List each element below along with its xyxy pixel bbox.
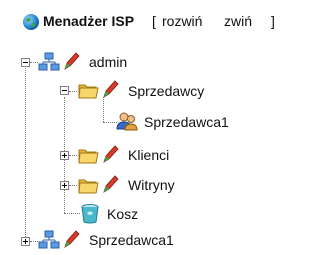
- app-title: Menadżer ISP: [43, 13, 135, 29]
- tree-branch: [103, 122, 117, 123]
- expand-toggle-sprzedawca1[interactable]: [21, 237, 30, 246]
- pencil-icon[interactable]: [63, 51, 81, 74]
- tree-node-klienci[interactable]: Klienci: [128, 146, 169, 164]
- close-bracket: ]: [271, 13, 275, 29]
- expand-toggle-witryny[interactable]: [60, 181, 69, 190]
- tree-node-kosz[interactable]: Kosz: [107, 205, 138, 223]
- collapse-all-link[interactable]: zwiń: [224, 12, 252, 30]
- tree-branch: [69, 155, 77, 156]
- globe-icon: [22, 13, 40, 34]
- tree-branch: [69, 91, 77, 92]
- pencil-icon[interactable]: [102, 174, 120, 197]
- users-icon: [116, 111, 138, 134]
- folder-icon: [77, 174, 99, 199]
- tree-node-sprzedawca1-root[interactable]: Sprzedawca1: [89, 231, 174, 249]
- network-icon: [38, 52, 60, 75]
- tree-line-root: [25, 66, 26, 241]
- pencil-icon[interactable]: [63, 229, 81, 252]
- open-bracket: [: [152, 13, 156, 29]
- tree-branch: [30, 241, 38, 242]
- tree-node-admin[interactable]: admin: [89, 53, 127, 71]
- collapse-toggle-admin[interactable]: [21, 58, 30, 67]
- expand-toggle-klienci[interactable]: [60, 151, 69, 160]
- collapse-toggle-sprzedawcy[interactable]: [60, 86, 69, 95]
- tree-node-witryny[interactable]: Witryny: [128, 176, 175, 194]
- folder-icon: [77, 79, 99, 104]
- pencil-icon[interactable]: [102, 144, 120, 167]
- expand-all-link[interactable]: rozwiń: [162, 12, 202, 30]
- tree-node-sprzedawcy[interactable]: Sprzedawcy: [128, 82, 204, 100]
- tree-node-sprzedawca1-child[interactable]: Sprzedawca1: [144, 113, 229, 131]
- tree-branch: [69, 185, 77, 186]
- tree-branch: [30, 62, 38, 63]
- folder-icon: [77, 144, 99, 169]
- trash-icon: [80, 202, 100, 227]
- tree-branch: [64, 213, 80, 214]
- network-icon: [38, 230, 60, 253]
- pencil-icon[interactable]: [102, 79, 120, 102]
